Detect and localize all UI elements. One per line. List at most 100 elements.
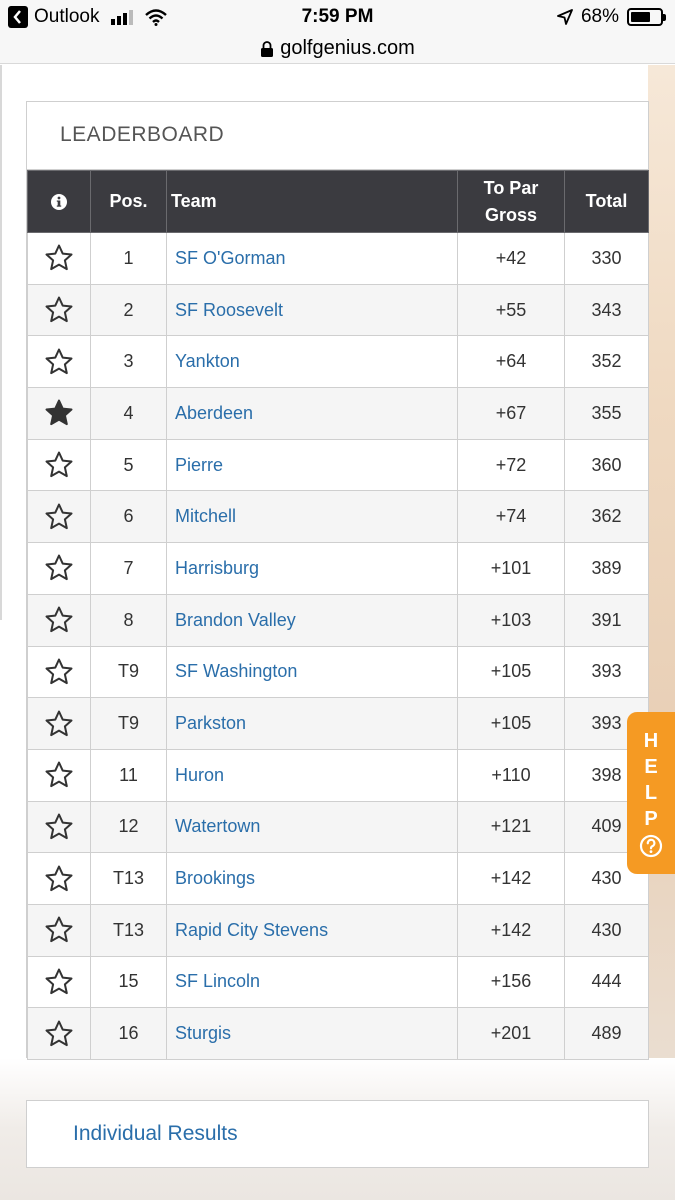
position-cell: 1: [90, 232, 167, 285]
star-outline-icon[interactable]: [43, 346, 75, 378]
total-cell: 391: [564, 593, 649, 647]
team-link[interactable]: Harrisburg: [166, 542, 458, 595]
help-letter: E: [644, 756, 658, 778]
info-column-header[interactable]: [27, 170, 91, 233]
team-link[interactable]: Yankton: [166, 335, 458, 389]
table-row[interactable]: T9 Parkston +105 393: [27, 697, 649, 750]
table-row[interactable]: T9 SF Washington +105 393: [27, 645, 649, 699]
page-background-right: [648, 65, 675, 1200]
team-link[interactable]: SF Roosevelt: [166, 283, 458, 337]
star-outline-icon[interactable]: [43, 294, 75, 326]
team-link[interactable]: SF Washington: [166, 645, 458, 699]
star-outline-icon[interactable]: [43, 656, 75, 688]
leaderboard-table: Pos. Team To Par Gross Total 1 SF O'Gorma…: [27, 170, 649, 1060]
url-bar[interactable]: golfgenius.com: [0, 34, 675, 64]
position-cell: 15: [90, 955, 167, 1009]
team-link[interactable]: Huron: [166, 748, 458, 802]
favorite-cell[interactable]: [27, 593, 91, 647]
table-row[interactable]: 3 Yankton +64 352: [27, 335, 649, 389]
favorite-cell[interactable]: [27, 438, 91, 492]
position-cell: 11: [90, 748, 167, 802]
position-cell: T9: [90, 697, 167, 750]
total-column-header: Total: [564, 170, 649, 233]
table-row[interactable]: 8 Brandon Valley +103 391: [27, 593, 649, 647]
star-outline-icon[interactable]: [43, 1018, 75, 1050]
favorite-cell[interactable]: [27, 232, 91, 285]
table-row[interactable]: 7 Harrisburg +101 389: [27, 542, 649, 595]
total-cell: 393: [564, 645, 649, 699]
favorite-cell[interactable]: [27, 903, 91, 957]
table-row[interactable]: T13 Brookings +142 430: [27, 852, 649, 905]
position-cell: 8: [90, 593, 167, 647]
favorite-cell[interactable]: [27, 955, 91, 1009]
favorite-cell[interactable]: [27, 283, 91, 337]
team-link[interactable]: SF O'Gorman: [166, 232, 458, 285]
to-par-cell: +142: [457, 903, 565, 957]
total-cell: 489: [564, 1007, 649, 1060]
leaderboard-body: 1 SF O'Gorman +42 330 2 SF Roosevelt +55 343 3 Ya…: [27, 232, 649, 1060]
total-cell: 430: [564, 903, 649, 957]
to-par-cell: +42: [457, 232, 565, 285]
individual-results-card[interactable]: Individual Results: [26, 1100, 649, 1168]
favorite-cell[interactable]: [27, 387, 91, 440]
position-cell: 2: [90, 283, 167, 337]
leaderboard-card: LEADERBOARD Pos. Team To Par Gross Total…: [26, 101, 649, 1060]
favorite-cell[interactable]: [27, 852, 91, 905]
favorite-cell[interactable]: [27, 748, 91, 802]
favorite-cell[interactable]: [27, 542, 91, 595]
status-right: 68%: [557, 6, 666, 28]
table-row[interactable]: 5 Pierre +72 360: [27, 438, 649, 492]
table-row[interactable]: T13 Rapid City Stevens +142 430: [27, 903, 649, 957]
team-link[interactable]: SF Lincoln: [166, 955, 458, 1009]
team-link[interactable]: Watertown: [166, 800, 458, 854]
to-par-cell: +103: [457, 593, 565, 647]
individual-results-link[interactable]: Individual Results: [73, 1122, 238, 1145]
star-outline-icon[interactable]: [43, 552, 75, 584]
favorite-cell[interactable]: [27, 1007, 91, 1060]
star-outline-icon[interactable]: [43, 966, 75, 998]
help-tab[interactable]: H E L P: [627, 712, 675, 874]
star-outline-icon[interactable]: [43, 811, 75, 843]
position-cell: T13: [90, 852, 167, 905]
team-link[interactable]: Parkston: [166, 697, 458, 750]
team-link[interactable]: Mitchell: [166, 490, 458, 544]
url-text[interactable]: golfgenius.com: [280, 37, 415, 60]
star-outline-icon[interactable]: [43, 863, 75, 895]
star-outline-icon[interactable]: [43, 759, 75, 791]
star-outline-icon[interactable]: [43, 501, 75, 533]
team-link[interactable]: Rapid City Stevens: [166, 903, 458, 957]
team-link[interactable]: Aberdeen: [166, 387, 458, 440]
team-link[interactable]: Brandon Valley: [166, 593, 458, 647]
favorite-cell[interactable]: [27, 490, 91, 544]
star-outline-icon[interactable]: [43, 242, 75, 274]
table-row[interactable]: 11 Huron +110 398: [27, 748, 649, 802]
to-par-cell: +110: [457, 748, 565, 802]
table-row[interactable]: 12 Watertown +121 409: [27, 800, 649, 854]
table-row[interactable]: 2 SF Roosevelt +55 343: [27, 283, 649, 337]
table-row[interactable]: 16 Sturgis +201 489: [27, 1007, 649, 1060]
table-row[interactable]: 6 Mitchell +74 362: [27, 490, 649, 544]
position-cell: 4: [90, 387, 167, 440]
star-outline-icon[interactable]: [43, 708, 75, 740]
favorite-cell[interactable]: [27, 800, 91, 854]
star-filled-icon[interactable]: [43, 397, 75, 429]
table-row[interactable]: 1 SF O'Gorman +42 330: [27, 232, 649, 285]
lock-icon: [261, 40, 274, 57]
to-par-cell: +64: [457, 335, 565, 389]
info-icon[interactable]: [50, 193, 68, 211]
leaderboard-title: LEADERBOARD: [27, 102, 648, 170]
team-link[interactable]: Sturgis: [166, 1007, 458, 1060]
team-link[interactable]: Brookings: [166, 852, 458, 905]
star-outline-icon[interactable]: [43, 914, 75, 946]
favorite-cell[interactable]: [27, 335, 91, 389]
favorite-cell[interactable]: [27, 645, 91, 699]
table-row[interactable]: 4 Aberdeen +67 355: [27, 387, 649, 440]
favorite-cell[interactable]: [27, 697, 91, 750]
table-row[interactable]: 15 SF Lincoln +156 444: [27, 955, 649, 1009]
to-par-cell: +72: [457, 438, 565, 492]
star-outline-icon[interactable]: [43, 604, 75, 636]
total-cell: 362: [564, 490, 649, 544]
star-outline-icon[interactable]: [43, 449, 75, 481]
team-link[interactable]: Pierre: [166, 438, 458, 492]
total-cell: 352: [564, 335, 649, 389]
